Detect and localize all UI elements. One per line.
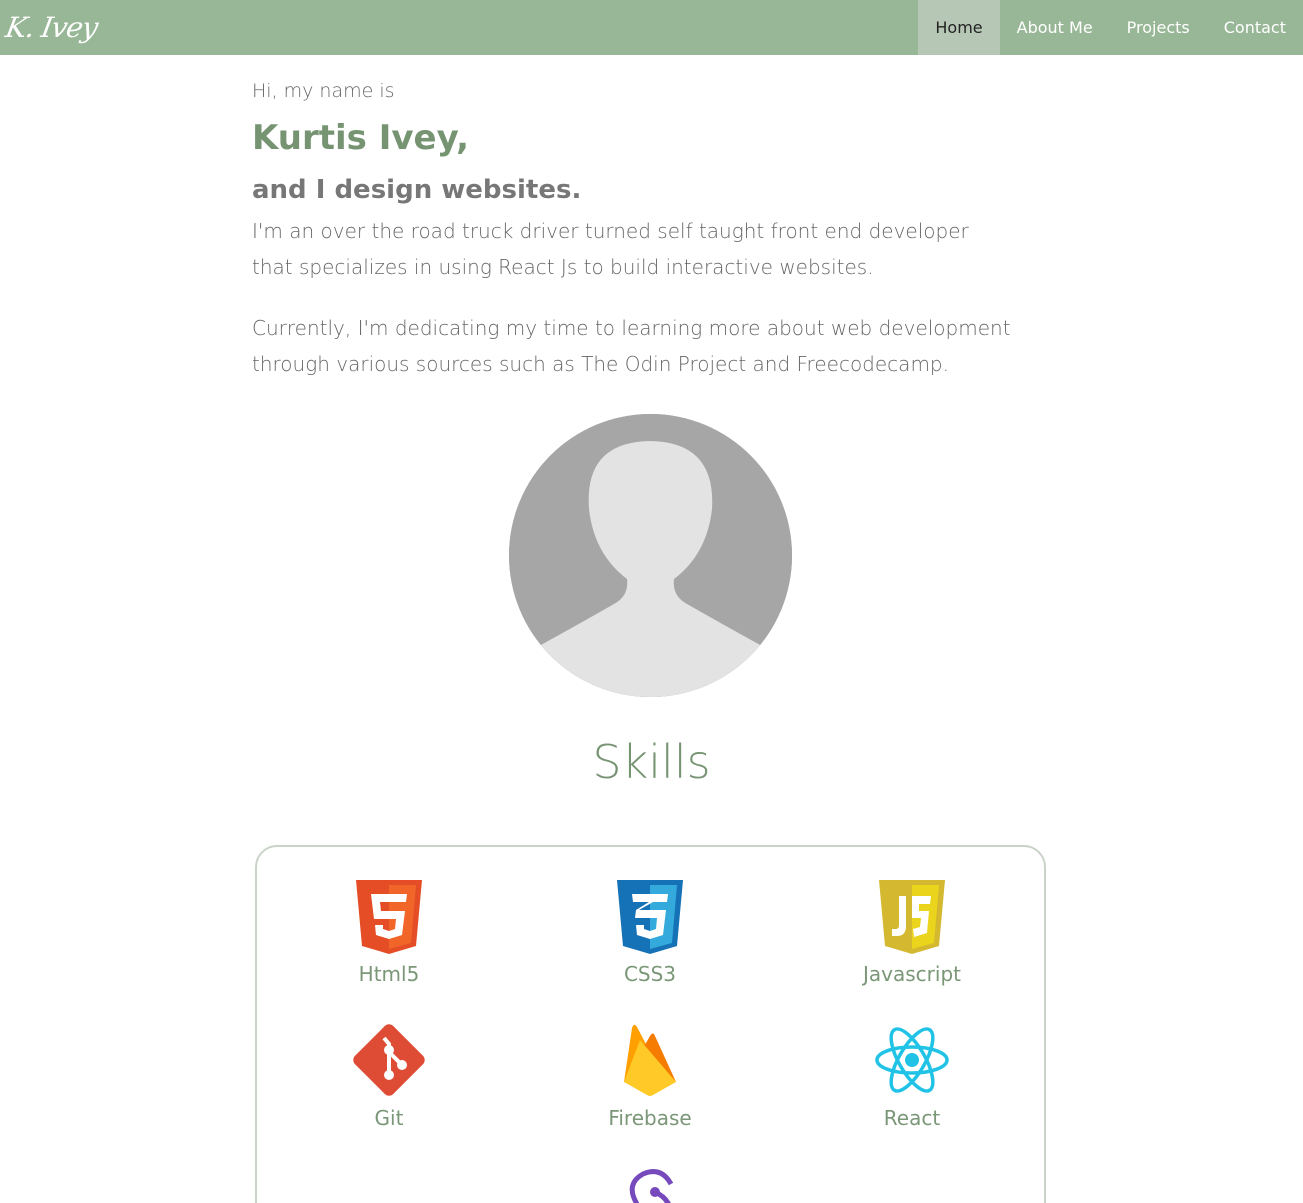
skill-label: CSS3 xyxy=(623,962,677,986)
skill-label: Javascript xyxy=(863,962,961,986)
skill-label: Git xyxy=(374,1106,404,1130)
skills-panel: Html5 CSS3 Javascript Git Firebase React xyxy=(255,845,1046,1203)
html5-icon xyxy=(356,880,422,954)
firebase-icon xyxy=(624,1024,676,1096)
skill-css3: CSS3 xyxy=(560,880,740,986)
nav-links: Home About Me Projects Contact xyxy=(918,0,1303,55)
hero-tagline: and I design websites. xyxy=(252,175,582,205)
skill-label: Firebase xyxy=(608,1106,692,1130)
git-icon xyxy=(353,1024,425,1096)
skill-javascript: Javascript xyxy=(822,880,1002,986)
skill-label: Html5 xyxy=(358,962,420,986)
intro-text: Hi, my name is xyxy=(252,80,395,102)
nav-contact[interactable]: Contact xyxy=(1207,0,1303,55)
skill-label: React xyxy=(883,1106,941,1130)
css3-icon xyxy=(617,880,683,954)
skill-git: Git xyxy=(299,1022,479,1130)
logo[interactable]: K. Ivey xyxy=(1,0,102,55)
react-icon xyxy=(875,1027,949,1093)
avatar xyxy=(509,414,792,697)
bio-paragraph-1: I'm an over the road truck driver turned… xyxy=(252,219,969,279)
nav-projects[interactable]: Projects xyxy=(1110,0,1207,55)
javascript-icon xyxy=(879,880,945,954)
bio-paragraph-2: Currently, I'm dedicating my time to lea… xyxy=(252,316,1011,376)
nav-home[interactable]: Home xyxy=(918,0,1000,55)
skill-firebase: Firebase xyxy=(560,1022,740,1130)
navbar: K. Ivey Home About Me Projects Contact xyxy=(0,0,1303,55)
skill-redux xyxy=(560,1164,740,1203)
avatar-silhouette-icon xyxy=(509,414,792,697)
hero-name: Kurtis Ivey, xyxy=(252,118,470,158)
redux-icon xyxy=(629,1169,674,1203)
skill-html5: Html5 xyxy=(299,880,479,986)
skill-react: React xyxy=(822,1022,1002,1130)
nav-about-me[interactable]: About Me xyxy=(1000,0,1110,55)
skills-title: Skills xyxy=(592,735,711,789)
